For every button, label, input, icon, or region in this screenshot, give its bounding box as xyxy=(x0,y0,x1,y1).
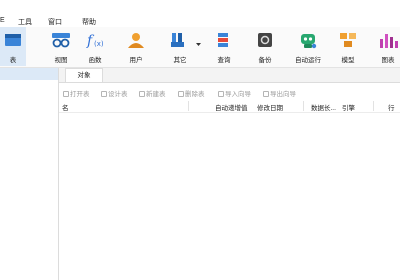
toolbar-backup-label: 备份 xyxy=(258,57,272,64)
toolbar-others-label: 其它 xyxy=(173,57,187,64)
menu-item-window[interactable]: 窗口 xyxy=(48,17,62,27)
menu-item-help[interactable]: 帮助 xyxy=(82,17,96,27)
open-table-icon xyxy=(63,91,69,97)
view-icon xyxy=(52,33,70,48)
column-header-data-length[interactable]: 数据长... xyxy=(311,102,336,112)
toolbar-query-button[interactable]: 查询 xyxy=(211,27,237,66)
menu-item-tools[interactable]: 工具 xyxy=(18,17,32,27)
tab-objects[interactable]: 对象 xyxy=(65,68,103,82)
main-toolbar: 表 视图 f (x) 函数 用户 其它 查询 备份 自动运行 模型 图表 xyxy=(0,27,400,68)
toolbar-automation-button[interactable]: 自动运行 xyxy=(291,27,325,66)
chevron-down-icon xyxy=(196,43,201,46)
column-divider[interactable] xyxy=(188,101,189,111)
delete-table-button[interactable]: 删除表 xyxy=(178,88,205,98)
toolbar-user-label: 用户 xyxy=(129,57,143,64)
column-header-engine[interactable]: 引擎 xyxy=(342,102,355,112)
open-table-button[interactable]: 打开表 xyxy=(63,88,90,98)
user-icon xyxy=(128,33,144,48)
backup-icon xyxy=(258,33,272,47)
new-table-button[interactable]: 新建表 xyxy=(139,88,166,98)
toolbar-model-label: 模型 xyxy=(341,57,355,64)
toolbar-query-label: 查询 xyxy=(217,57,231,64)
export-icon xyxy=(263,91,269,97)
toolbar-function-label: 函数 xyxy=(88,57,102,64)
object-list-area[interactable] xyxy=(59,113,400,280)
tools-icon xyxy=(171,33,184,47)
model-icon xyxy=(340,33,356,47)
export-wizard-button[interactable]: 导出向导 xyxy=(263,88,296,98)
toolbar-view-button[interactable]: 视图 xyxy=(48,27,74,66)
toolbar-table-button[interactable]: 表 xyxy=(0,27,26,66)
query-icon xyxy=(218,33,228,47)
import-wizard-button[interactable]: 导入向导 xyxy=(218,88,251,98)
design-table-icon xyxy=(101,91,107,97)
delete-table-icon xyxy=(178,91,184,97)
chart-icon xyxy=(380,34,398,48)
open-table-label: 打开表 xyxy=(70,91,90,98)
toolbar-chart-button[interactable]: 图表 xyxy=(375,27,400,66)
toolbar-chart-label: 图表 xyxy=(381,57,395,64)
design-table-label: 设计表 xyxy=(108,91,128,98)
column-divider[interactable] xyxy=(303,101,304,111)
toolbar-others-button[interactable]: 其它 xyxy=(167,27,201,66)
toolbar-user-button[interactable]: 用户 xyxy=(123,27,149,66)
column-divider[interactable] xyxy=(373,101,374,111)
menu-item-file[interactable]: E xyxy=(0,17,5,24)
menu-bar: E 工具 窗口 帮助 xyxy=(0,14,400,27)
design-table-button[interactable]: 设计表 xyxy=(101,88,128,98)
column-header-name[interactable]: 名 xyxy=(62,102,69,112)
export-wizard-label: 导出向导 xyxy=(270,91,296,98)
toolbar-automation-label: 自动运行 xyxy=(295,57,321,64)
toolbar-model-button[interactable]: 模型 xyxy=(335,27,361,66)
tab-bar: 对象 xyxy=(59,68,400,83)
new-table-label: 新建表 xyxy=(146,91,166,98)
table-list-header: 名 自动递增值 修改日期 数据长... 引擎 行 xyxy=(59,100,400,113)
svg-text:(x): (x) xyxy=(94,40,104,48)
robot-icon xyxy=(301,34,317,49)
table-icon xyxy=(5,34,21,46)
object-toolbar: 打开表 设计表 新建表 删除表 导入向导 导出向导 xyxy=(59,86,400,98)
new-table-icon xyxy=(139,91,145,97)
import-wizard-label: 导入向导 xyxy=(225,91,251,98)
toolbar-backup-button[interactable]: 备份 xyxy=(252,27,278,66)
column-header-auto-increment[interactable]: 自动递增值 xyxy=(215,102,248,112)
column-header-rows[interactable]: 行 xyxy=(388,102,395,112)
toolbar-view-label: 视图 xyxy=(54,57,68,64)
toolbar-table-label: 表 xyxy=(9,57,17,64)
navigator-panel xyxy=(0,68,59,280)
navigator-selected-row[interactable] xyxy=(0,68,58,80)
column-header-modified-date[interactable]: 修改日期 xyxy=(257,102,283,112)
toolbar-function-button[interactable]: f (x) 函数 xyxy=(82,27,108,66)
function-icon: f (x) xyxy=(86,33,104,49)
import-icon xyxy=(218,91,224,97)
delete-table-label: 删除表 xyxy=(185,91,205,98)
